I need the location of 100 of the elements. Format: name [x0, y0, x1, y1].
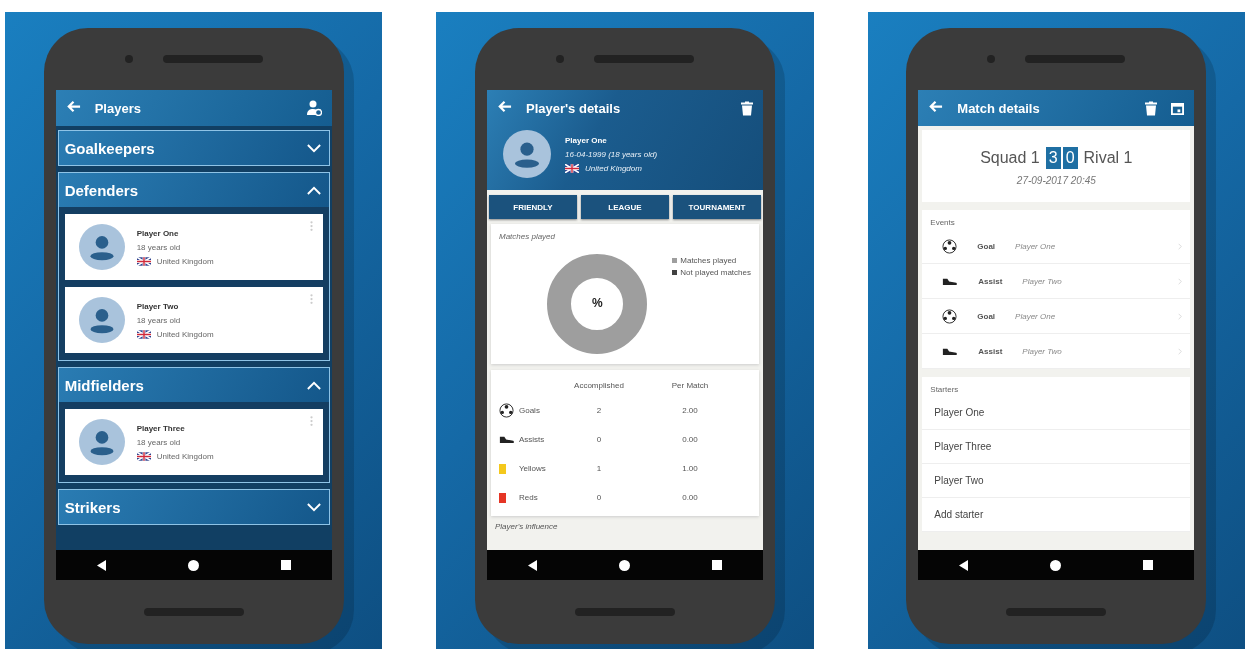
camera-dot	[987, 55, 996, 63]
player-card[interactable]: Player Three 18 years old United Kingdom	[64, 409, 323, 475]
starter-item[interactable]: Player Two	[922, 464, 1191, 498]
boot-icon	[942, 276, 959, 286]
event-type: Assist	[978, 276, 1003, 286]
trash-icon[interactable]	[741, 100, 753, 116]
event-player: Player Two	[1022, 346, 1063, 356]
group-header[interactable]: Midfielders	[58, 368, 329, 402]
home-icon[interactable]	[619, 559, 630, 571]
avatar-icon	[78, 419, 125, 465]
camera-dot	[124, 55, 133, 63]
event-row[interactable]: Assist Player Two	[922, 334, 1191, 369]
home-icon[interactable]	[187, 559, 199, 571]
legend-label: Not played matches	[680, 268, 751, 277]
stat-label: Goals	[519, 406, 541, 415]
starter-item[interactable]: Player Three	[922, 430, 1191, 464]
avatar-icon	[503, 130, 551, 178]
flag-icon	[565, 163, 579, 173]
group-header[interactable]: Defenders	[58, 173, 329, 207]
player-name: Player One	[136, 228, 180, 238]
player-name: Player One	[565, 135, 608, 145]
event-row[interactable]: Assist Player Two	[922, 264, 1191, 299]
chevron-right-icon	[1178, 242, 1183, 250]
chevron-right-icon	[1178, 347, 1183, 355]
event-type: Goal	[977, 311, 996, 321]
starter-item[interactable]: Player One	[922, 396, 1191, 430]
legend-label: Matches played	[680, 256, 737, 265]
chevron-right-icon	[1178, 312, 1183, 320]
stat-per-match: 1.00	[681, 464, 699, 473]
column-header: Accomplished	[573, 380, 625, 390]
player-age: 18 years old	[136, 315, 182, 325]
card-icon	[499, 463, 506, 474]
flag-icon	[136, 451, 151, 461]
stat-label: Reds	[519, 493, 539, 502]
screen-title: Players	[94, 100, 142, 116]
player-country: United Kingdom	[156, 256, 214, 266]
home-team: Squad 1	[980, 148, 1040, 167]
back-icon[interactable]	[528, 559, 537, 571]
event-player: Player One	[1015, 241, 1057, 251]
player-card[interactable]: Player Two 18 years old United Kingdom	[64, 287, 323, 353]
tab[interactable]: LEAGUE	[581, 195, 669, 219]
away-team: Rival 1	[1083, 148, 1133, 167]
chart-title: Matches played	[499, 232, 556, 241]
player-name: Player Two	[136, 301, 180, 311]
player-birth-date: 16-04-1999 (18 years old)	[565, 149, 658, 159]
flag-icon	[136, 329, 151, 339]
stat-per-match: 0.00	[681, 435, 699, 444]
score-digit: 0	[1062, 146, 1078, 169]
group-header[interactable]: Strikers	[58, 490, 329, 524]
stat-label: Assists	[519, 435, 546, 444]
event-row[interactable]: Goal Player One	[922, 229, 1191, 264]
player-age: 18 years old	[136, 242, 182, 252]
player-country: United Kingdom	[585, 163, 642, 173]
chevron-up-icon[interactable]	[306, 185, 321, 195]
recents-icon[interactable]	[1143, 560, 1154, 570]
stat-value: 1	[595, 464, 603, 473]
add-starter-item[interactable]: Add starter	[922, 498, 1191, 532]
stat-per-match: 0.00	[681, 493, 699, 502]
back-arrow-icon[interactable]	[65, 98, 81, 114]
section-title: Starters	[929, 384, 960, 396]
group-header[interactable]: Goalkeepers	[58, 131, 329, 165]
chevron-right-icon	[1178, 277, 1183, 285]
event-type: Goal	[977, 241, 996, 251]
screen-title: Match details	[957, 100, 1041, 116]
back-arrow-icon[interactable]	[928, 98, 944, 114]
match-date: 27-09-2017 20:45	[1016, 174, 1096, 186]
avatar-icon	[78, 297, 125, 343]
player-name: Player Three	[136, 423, 186, 433]
column-header: Per Match	[670, 380, 710, 390]
add-person-icon[interactable]	[305, 100, 322, 116]
event-player: Player Two	[1022, 276, 1063, 286]
player-card[interactable]: Player One 18 years old United Kingdom	[64, 214, 323, 280]
trash-icon[interactable]	[1145, 100, 1158, 116]
section-title: Events	[929, 217, 956, 229]
chevron-down-icon[interactable]	[306, 502, 321, 512]
chevron-up-icon[interactable]	[306, 380, 321, 390]
chevron-down-icon[interactable]	[306, 143, 321, 153]
chart-center-label: %	[592, 296, 603, 310]
event-player: Player One	[1015, 311, 1057, 321]
screen-title: Player's details	[526, 100, 622, 116]
tab[interactable]: TOURNAMENT	[673, 195, 761, 219]
card-icon	[499, 492, 506, 503]
tab[interactable]: FRIENDLY	[489, 195, 577, 219]
calendar-icon[interactable]	[1171, 101, 1185, 115]
player-age: 18 years old	[136, 437, 182, 447]
player-country: United Kingdom	[156, 451, 214, 461]
score-digit: 3	[1045, 146, 1061, 169]
back-arrow-icon[interactable]	[497, 98, 512, 114]
event-row[interactable]: Goal Player One	[922, 299, 1191, 334]
home-icon[interactable]	[1050, 559, 1062, 571]
back-icon[interactable]	[959, 559, 969, 571]
back-icon[interactable]	[96, 559, 106, 571]
boot-icon	[499, 435, 515, 444]
avatar-icon	[78, 224, 125, 270]
recents-icon[interactable]	[280, 560, 291, 570]
event-type: Assist	[978, 346, 1003, 356]
section-title: Player's influence	[494, 521, 559, 531]
soccer-ball-icon	[942, 238, 958, 254]
soccer-ball-icon	[499, 403, 514, 418]
stat-value: 2	[595, 406, 603, 415]
